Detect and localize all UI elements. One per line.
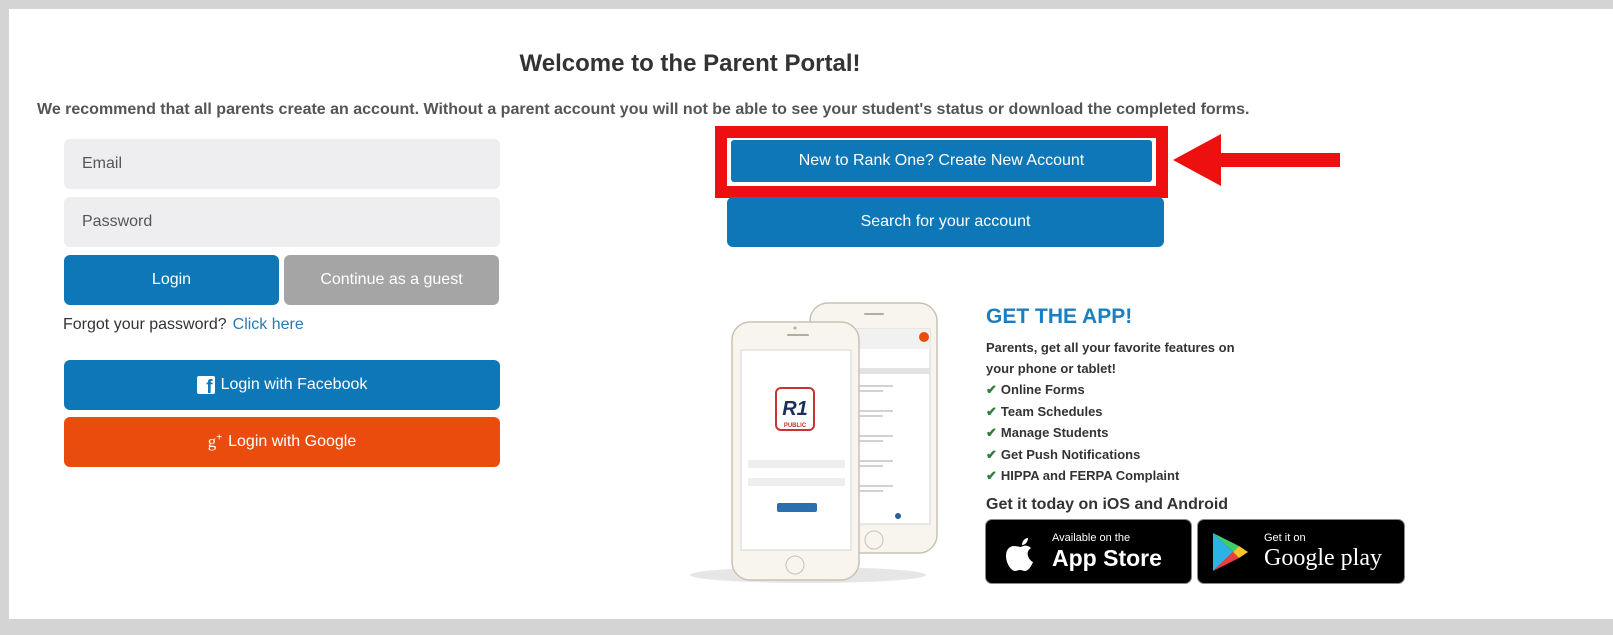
svg-text:PUBLIC: PUBLIC: [784, 423, 807, 429]
list-item: ✔ Manage Students: [986, 422, 1179, 444]
app-description: Parents, get all your favorite features …: [986, 340, 1235, 376]
google-plus-icon: g+: [207, 432, 223, 451]
get-the-app-heading: GET THE APP!: [986, 305, 1133, 328]
list-item: ✔ Get Push Notifications: [986, 444, 1179, 466]
facebook-icon: f: [196, 376, 215, 394]
login-with-facebook-button[interactable]: f Login with Facebook: [64, 360, 500, 410]
apple-icon: [1006, 537, 1033, 571]
feature-label: Get Push Notifications: [1000, 446, 1141, 462]
feature-label: HIPPA and FERPA Complaint: [1000, 468, 1180, 483]
search-for-account-button[interactable]: Search for your account: [727, 197, 1164, 247]
list-item: ✔ Online Forms: [986, 379, 1179, 401]
app-store-small-text: Available on the: [1052, 532, 1131, 544]
search-account-label: Search for your account: [860, 213, 1031, 230]
get-it-today-text: Get it today on iOS and Android: [986, 496, 1229, 513]
app-store-label: App Store: [1052, 545, 1162, 571]
feature-label: Online Forms: [1000, 382, 1085, 397]
check-icon: ✔: [986, 446, 997, 462]
google-play-badge[interactable]: Get it on Google play: [1197, 519, 1405, 584]
facebook-button-label: Login with Facebook: [220, 376, 368, 393]
create-new-account-button[interactable]: New to Rank One? Create New Account: [731, 140, 1152, 182]
app-store-badge[interactable]: Available on the App Store: [985, 519, 1192, 584]
red-arrow-icon: [1173, 134, 1340, 186]
continue-as-guest-button[interactable]: Continue as a guest: [284, 255, 499, 305]
password-input[interactable]: [64, 197, 500, 247]
check-icon: ✔: [986, 468, 997, 483]
feature-label: Manage Students: [1000, 425, 1109, 440]
guest-button-label: Continue as a guest: [320, 271, 463, 288]
intro-text: We recommend that all parents create an …: [37, 101, 1250, 118]
forgot-password-link[interactable]: Click here: [233, 316, 304, 333]
page-title: Welcome to the Parent Portal!: [519, 50, 861, 77]
feature-label: Team Schedules: [1000, 403, 1103, 419]
login-button[interactable]: Login: [64, 255, 279, 305]
phone-app-illustration: R1 PUBLIC: [690, 302, 938, 583]
login-with-google-button[interactable]: g+ Login with Google: [64, 417, 500, 467]
app-feature-list: ✔ Online Forms ✔ Team Schedules ✔ Manage St…: [986, 379, 1179, 487]
forgot-password-text: Forgot your password?: [63, 316, 227, 333]
google-play-label: Google play: [1264, 545, 1382, 571]
login-button-label: Login: [151, 271, 192, 288]
svg-text:R1: R1: [782, 398, 808, 420]
google-play-small-text: Get it on: [1264, 532, 1306, 544]
list-item: ✔ HIPPA and FERPA Complaint: [986, 465, 1179, 487]
list-item: ✔ Team Schedules: [986, 401, 1179, 423]
check-icon: ✔: [986, 403, 997, 419]
google-play-icon: [1213, 532, 1248, 571]
forgot-password-row: Forgot your password? Click here: [63, 316, 304, 334]
email-input[interactable]: [64, 139, 500, 189]
check-icon: ✔: [986, 425, 997, 440]
google-button-label: Login with Google: [228, 433, 357, 450]
check-icon: ✔: [986, 382, 997, 397]
create-account-label: New to Rank One? Create New Account: [798, 152, 1085, 169]
